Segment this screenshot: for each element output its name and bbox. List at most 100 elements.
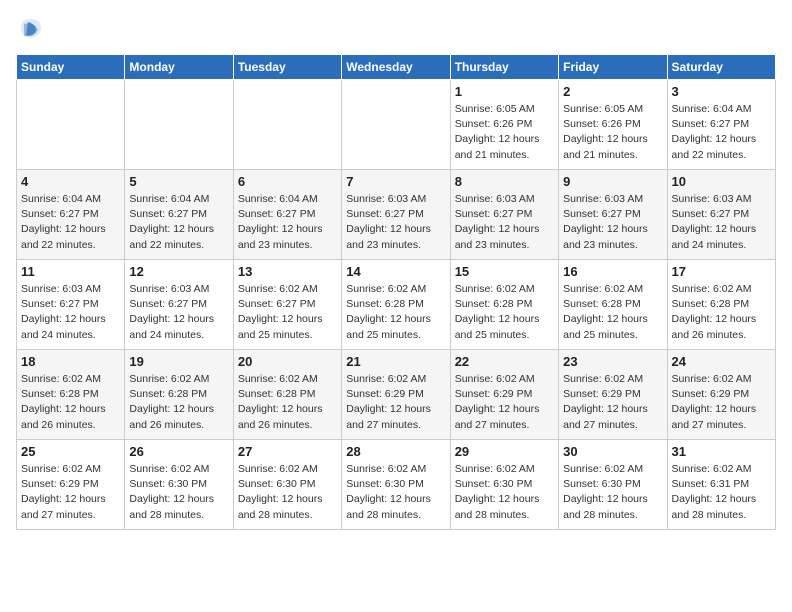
calendar-cell: 30 Sunrise: 6:02 AM Sunset: 6:30 PM Dayli… [559, 440, 667, 530]
day-info: Sunrise: 6:04 AM Sunset: 6:27 PM Dayligh… [672, 102, 771, 163]
calendar-cell: 20Sunrise: 6:02 AM Sunset: 6:28 PM Dayli… [233, 350, 341, 440]
calendar-cell: 21Sunrise: 6:02 AM Sunset: 6:29 PM Dayli… [342, 350, 450, 440]
day-info: Sunrise: 6:05 AM Sunset: 6:26 PM Dayligh… [563, 102, 662, 163]
day-number: 18 [21, 354, 120, 369]
day-number: 11 [21, 264, 120, 279]
day-info: Sunrise: 6:03 AM Sunset: 6:27 PM Dayligh… [455, 192, 554, 253]
day-number: 9 [563, 174, 662, 189]
calendar-cell: 31 Sunrise: 6:02 AM Sunset: 6:31 PM Dayli… [667, 440, 775, 530]
day-number: 5 [129, 174, 228, 189]
calendar-cell: 25 Sunrise: 6:02 AM Sunset: 6:29 PM Dayli… [17, 440, 125, 530]
calendar-cell: 18 Sunrise: 6:02 AM Sunset: 6:28 PM Dayli… [17, 350, 125, 440]
day-info: Sunrise: 6:02 AM Sunset: 6:29 PM Dayligh… [21, 462, 120, 523]
day-info: Sunrise: 6:02 AM Sunset: 6:29 PM Dayligh… [346, 372, 445, 433]
day-info: Sunrise: 6:02 AM Sunset: 6:29 PM Dayligh… [672, 372, 771, 433]
day-number: 6 [238, 174, 337, 189]
calendar-cell: 26 Sunrise: 6:02 AM Sunset: 6:30 PM Dayli… [125, 440, 233, 530]
day-info: Sunrise: 6:02 AM Sunset: 6:31 PM Dayligh… [672, 462, 771, 523]
calendar-cell: 17 Sunrise: 6:02 AM Sunset: 6:28 PM Dayli… [667, 260, 775, 350]
calendar-cell: 6 Sunrise: 6:04 AM Sunset: 6:27 PM Daylig… [233, 170, 341, 260]
day-info: Sunrise: 6:02 AM Sunset: 6:30 PM Dayligh… [563, 462, 662, 523]
day-info: Sunrise: 6:03 AM Sunset: 6:27 PM Dayligh… [346, 192, 445, 253]
day-number: 31 [672, 444, 771, 459]
calendar-cell: 9 Sunrise: 6:03 AM Sunset: 6:27 PM Daylig… [559, 170, 667, 260]
calendar-header: SundayMondayTuesdayWednesdayThursdayFrid… [17, 55, 776, 80]
calendar-cell: 4 Sunrise: 6:04 AM Sunset: 6:27 PM Daylig… [17, 170, 125, 260]
calendar-cell: 29Sunrise: 6:02 AM Sunset: 6:30 PM Dayli… [450, 440, 558, 530]
calendar-cell [125, 80, 233, 170]
day-info: Sunrise: 6:02 AM Sunset: 6:29 PM Dayligh… [563, 372, 662, 433]
day-number: 22 [455, 354, 554, 369]
day-number: 24 [672, 354, 771, 369]
day-info: Sunrise: 6:03 AM Sunset: 6:27 PM Dayligh… [129, 282, 228, 343]
calendar-week-row: 1 Sunrise: 6:05 AM Sunset: 6:26 PM Daylig… [17, 80, 776, 170]
calendar-cell: 19 Sunrise: 6:02 AM Sunset: 6:28 PM Dayli… [125, 350, 233, 440]
calendar-week-row: 11 Sunrise: 6:03 AM Sunset: 6:27 PM Dayli… [17, 260, 776, 350]
day-info: Sunrise: 6:03 AM Sunset: 6:27 PM Dayligh… [672, 192, 771, 253]
day-number: 1 [455, 84, 554, 99]
weekday-header-friday: Friday [559, 55, 667, 80]
weekday-header-monday: Monday [125, 55, 233, 80]
day-number: 17 [672, 264, 771, 279]
calendar-cell: 16Sunrise: 6:02 AM Sunset: 6:28 PM Dayli… [559, 260, 667, 350]
calendar-cell: 13Sunrise: 6:02 AM Sunset: 6:27 PM Dayli… [233, 260, 341, 350]
calendar-cell: 14 Sunrise: 6:02 AM Sunset: 6:28 PM Dayli… [342, 260, 450, 350]
day-info: Sunrise: 6:03 AM Sunset: 6:27 PM Dayligh… [21, 282, 120, 343]
calendar-cell: 12 Sunrise: 6:03 AM Sunset: 6:27 PM Dayli… [125, 260, 233, 350]
weekday-header-sunday: Sunday [17, 55, 125, 80]
weekday-header-tuesday: Tuesday [233, 55, 341, 80]
calendar-body: 1 Sunrise: 6:05 AM Sunset: 6:26 PM Daylig… [17, 80, 776, 530]
day-info: Sunrise: 6:02 AM Sunset: 6:28 PM Dayligh… [563, 282, 662, 343]
day-number: 15 [455, 264, 554, 279]
weekday-header-thursday: Thursday [450, 55, 558, 80]
day-number: 14 [346, 264, 445, 279]
day-info: Sunrise: 6:04 AM Sunset: 6:27 PM Dayligh… [129, 192, 228, 253]
calendar-cell [233, 80, 341, 170]
day-number: 10 [672, 174, 771, 189]
day-number: 27 [238, 444, 337, 459]
day-number: 26 [129, 444, 228, 459]
day-info: Sunrise: 6:05 AM Sunset: 6:26 PM Dayligh… [455, 102, 554, 163]
day-number: 7 [346, 174, 445, 189]
day-info: Sunrise: 6:02 AM Sunset: 6:28 PM Dayligh… [21, 372, 120, 433]
calendar-week-row: 25 Sunrise: 6:02 AM Sunset: 6:29 PM Dayli… [17, 440, 776, 530]
day-number: 23 [563, 354, 662, 369]
calendar-cell: 23 Sunrise: 6:02 AM Sunset: 6:29 PM Dayli… [559, 350, 667, 440]
day-info: Sunrise: 6:02 AM Sunset: 6:27 PM Dayligh… [238, 282, 337, 343]
day-number: 4 [21, 174, 120, 189]
calendar-cell: 10 Sunrise: 6:03 AM Sunset: 6:27 PM Dayli… [667, 170, 775, 260]
day-number: 29 [455, 444, 554, 459]
day-number: 20 [238, 354, 337, 369]
calendar-cell: 8 Sunrise: 6:03 AM Sunset: 6:27 PM Daylig… [450, 170, 558, 260]
day-info: Sunrise: 6:02 AM Sunset: 6:30 PM Dayligh… [346, 462, 445, 523]
day-number: 8 [455, 174, 554, 189]
day-info: Sunrise: 6:02 AM Sunset: 6:30 PM Dayligh… [129, 462, 228, 523]
calendar-cell: 2Sunrise: 6:05 AM Sunset: 6:26 PM Daylig… [559, 80, 667, 170]
calendar-table: SundayMondayTuesdayWednesdayThursdayFrid… [16, 54, 776, 530]
calendar-cell: 22 Sunrise: 6:02 AM Sunset: 6:29 PM Dayli… [450, 350, 558, 440]
calendar-cell: 27 Sunrise: 6:02 AM Sunset: 6:30 PM Dayli… [233, 440, 341, 530]
day-info: Sunrise: 6:04 AM Sunset: 6:27 PM Dayligh… [21, 192, 120, 253]
day-info: Sunrise: 6:02 AM Sunset: 6:28 PM Dayligh… [346, 282, 445, 343]
day-info: Sunrise: 6:02 AM Sunset: 6:28 PM Dayligh… [672, 282, 771, 343]
day-info: Sunrise: 6:04 AM Sunset: 6:27 PM Dayligh… [238, 192, 337, 253]
day-info: Sunrise: 6:02 AM Sunset: 6:29 PM Dayligh… [455, 372, 554, 433]
day-info: Sunrise: 6:02 AM Sunset: 6:28 PM Dayligh… [455, 282, 554, 343]
weekday-header-wednesday: Wednesday [342, 55, 450, 80]
calendar-cell: 15 Sunrise: 6:02 AM Sunset: 6:28 PM Dayli… [450, 260, 558, 350]
day-number: 25 [21, 444, 120, 459]
day-number: 12 [129, 264, 228, 279]
day-number: 28 [346, 444, 445, 459]
day-number: 19 [129, 354, 228, 369]
calendar-cell [17, 80, 125, 170]
day-number: 3 [672, 84, 771, 99]
day-info: Sunrise: 6:02 AM Sunset: 6:28 PM Dayligh… [129, 372, 228, 433]
day-number: 30 [563, 444, 662, 459]
calendar-cell: 24 Sunrise: 6:02 AM Sunset: 6:29 PM Dayli… [667, 350, 775, 440]
calendar-cell [342, 80, 450, 170]
weekday-header-saturday: Saturday [667, 55, 775, 80]
calendar-cell: 5 Sunrise: 6:04 AM Sunset: 6:27 PM Daylig… [125, 170, 233, 260]
calendar-cell: 1 Sunrise: 6:05 AM Sunset: 6:26 PM Daylig… [450, 80, 558, 170]
day-info: Sunrise: 6:02 AM Sunset: 6:30 PM Dayligh… [238, 462, 337, 523]
day-info: Sunrise: 6:03 AM Sunset: 6:27 PM Dayligh… [563, 192, 662, 253]
